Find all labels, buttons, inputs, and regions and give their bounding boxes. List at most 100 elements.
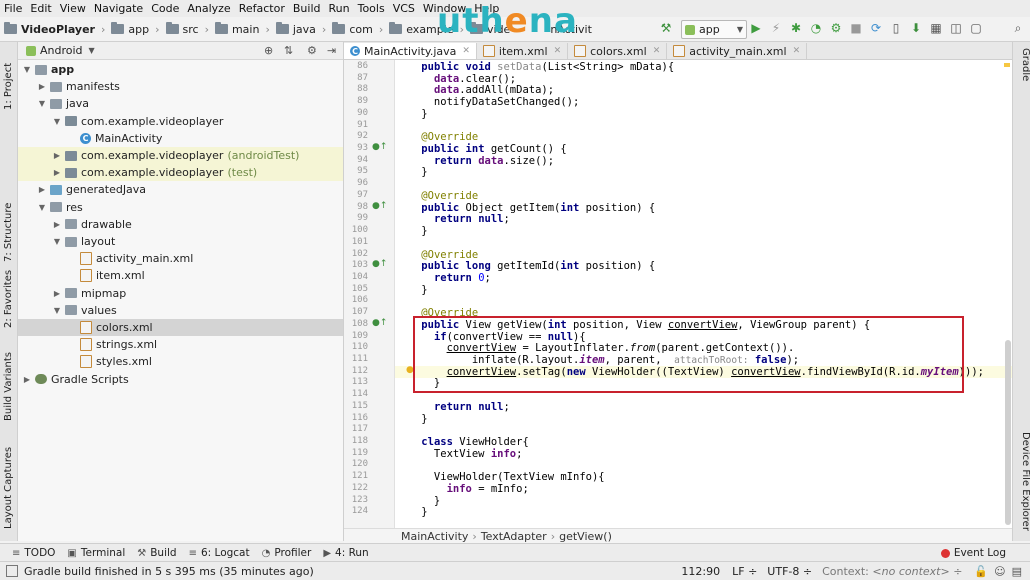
tree-item[interactable]: ▶ mipmap: [18, 285, 343, 302]
chevron-down-icon[interactable]: ▼: [52, 117, 62, 126]
sdk-manager-icon[interactable]: ⬇: [908, 20, 924, 36]
collapse-all-icon[interactable]: ⊕: [264, 44, 273, 57]
tab-project[interactable]: 1: Project: [0, 46, 17, 126]
tool-tab-logcat[interactable]: ≡ 6: Logcat: [189, 547, 250, 559]
nav-crumb-src[interactable]: src: [165, 22, 199, 36]
project-structure-icon[interactable]: ▦: [928, 20, 944, 36]
tree-item[interactable]: styles.xml: [18, 353, 343, 370]
stop-icon[interactable]: ■: [848, 20, 864, 36]
close-icon[interactable]: ✕: [793, 46, 801, 56]
close-icon[interactable]: ✕: [653, 46, 661, 56]
editor-crumb[interactable]: TextAdapter: [481, 530, 547, 543]
override-marker-icon[interactable]: ●↑: [372, 259, 387, 269]
editor-tab[interactable]: C MainActivity.java ✕: [344, 43, 477, 59]
chevron-right-icon[interactable]: ▶: [52, 168, 62, 177]
tree-item[interactable]: ▶ manifests: [18, 78, 343, 95]
tree-item[interactable]: C MainActivity: [18, 130, 343, 147]
chevron-right-icon[interactable]: ▶: [52, 289, 62, 298]
tool-tab-profiler[interactable]: ◔ Profiler: [262, 547, 312, 559]
hide-icon[interactable]: ⇥: [327, 44, 336, 57]
editor-crumb[interactable]: MainActivity: [344, 530, 468, 543]
hammer-icon[interactable]: ⚒: [658, 20, 674, 36]
chevron-down-icon[interactable]: ▼: [52, 237, 62, 246]
menu-item-build[interactable]: Build: [289, 2, 325, 15]
search-icon[interactable]: ⌕: [1010, 20, 1026, 36]
chevron-down-icon[interactable]: ▼: [37, 203, 47, 212]
chevron-down-icon[interactable]: ▼: [52, 306, 62, 315]
tree-item[interactable]: ▼ com.example.videoplayer: [18, 113, 343, 130]
chevron-right-icon[interactable]: ▶: [37, 82, 47, 91]
scroll-from-source-icon[interactable]: ⇅: [284, 44, 293, 57]
tree-item[interactable]: item.xml: [18, 267, 343, 284]
menu-item-analyze[interactable]: Analyze: [183, 2, 234, 15]
menu-item-edit[interactable]: Edit: [26, 2, 55, 15]
tree-item[interactable]: colors.xml: [18, 319, 343, 336]
chevron-down-icon[interactable]: ▼: [89, 46, 95, 55]
layout-inspector-icon[interactable]: ◫: [948, 20, 964, 36]
chevron-down-icon[interactable]: ▼: [37, 99, 47, 108]
debug-icon[interactable]: ✱: [788, 20, 804, 36]
line-separator[interactable]: LF ÷: [732, 565, 757, 578]
chevron-down-icon[interactable]: ▼: [22, 65, 32, 74]
close-icon[interactable]: ✕: [462, 46, 470, 56]
nav-crumb-java[interactable]: java: [275, 22, 316, 36]
chevron-right-icon[interactable]: ▶: [22, 375, 32, 384]
sync-icon[interactable]: ⟳: [868, 20, 884, 36]
tab-build-variants[interactable]: Build Variants: [0, 347, 17, 427]
tool-tab-todo[interactable]: ≡ TODO: [12, 547, 55, 559]
tool-tab-build[interactable]: ⚒ Build: [137, 547, 176, 559]
device-icon[interactable]: ▢: [968, 20, 984, 36]
tab-gradle[interactable]: Gradle: [1014, 48, 1030, 98]
menu-item-view[interactable]: View: [56, 2, 90, 15]
file-encoding[interactable]: UTF-8 ÷: [767, 565, 812, 578]
caret-position[interactable]: 112:90: [681, 565, 720, 578]
nav-crumb-project[interactable]: VideoPlayer: [4, 22, 95, 36]
menu-item-vcs[interactable]: VCS: [389, 2, 419, 15]
panel-toggle-icon[interactable]: [6, 565, 18, 577]
lock-icon[interactable]: 🔓: [974, 565, 988, 578]
profile-icon[interactable]: ◔: [808, 20, 824, 36]
tab-layout-captures[interactable]: Layout Captures: [0, 442, 17, 534]
menu-item-tools[interactable]: Tools: [354, 2, 389, 15]
avd-manager-icon[interactable]: ▯: [888, 20, 904, 36]
editor-tab[interactable]: colors.xml ✕: [568, 43, 668, 59]
tab-device-file-explorer[interactable]: Device File Explorer: [1014, 432, 1030, 540]
tree-item[interactable]: ▶ drawable: [18, 216, 343, 233]
menu-item-navigate[interactable]: Navigate: [90, 2, 147, 15]
menu-item-refactor[interactable]: Refactor: [235, 2, 289, 15]
nav-crumb-com[interactable]: com: [332, 22, 373, 36]
nav-crumb-app[interactable]: app: [111, 22, 149, 36]
status-message[interactable]: Gradle build finished in 5 s 395 ms (35 …: [24, 565, 314, 578]
run-config-select[interactable]: app ▼: [681, 20, 747, 39]
gear-icon[interactable]: ⚙: [307, 44, 317, 57]
tree-item[interactable]: ▼ values: [18, 302, 343, 319]
tree-item[interactable]: ▼ res: [18, 199, 343, 216]
close-icon[interactable]: ✕: [554, 46, 562, 56]
tree-item[interactable]: ▼ app: [18, 61, 343, 78]
editor-scrollbar[interactable]: [1005, 340, 1011, 525]
code-editor[interactable]: 86 87 88 89 90 91 92 93 ●↑ 94 95 96 97 98 ●↑ 99 100 101 10…: [344, 60, 1012, 528]
override-marker-icon[interactable]: ●↑: [372, 201, 387, 211]
tree-item[interactable]: activity_main.xml: [18, 250, 343, 267]
tree-item[interactable]: ▶ com.example.videoplayer (androidTest): [18, 147, 343, 164]
menu-item-run[interactable]: Run: [325, 2, 354, 15]
tree-item[interactable]: ▼ layout: [18, 233, 343, 250]
tree-item[interactable]: ▼ java: [18, 95, 343, 112]
chevron-right-icon[interactable]: ▶: [37, 185, 47, 194]
override-marker-icon[interactable]: ●↑: [372, 142, 387, 152]
tree-item[interactable]: strings.xml: [18, 336, 343, 353]
tab-favorites[interactable]: 2: Favorites: [0, 258, 17, 340]
chevron-right-icon[interactable]: ▶: [52, 220, 62, 229]
project-view-mode[interactable]: Android: [40, 44, 83, 57]
tree-item[interactable]: ▶ com.example.videoplayer (test): [18, 164, 343, 182]
editor-tab[interactable]: activity_main.xml ✕: [667, 43, 808, 59]
tree-item[interactable]: ▶ Gradle Scripts: [18, 371, 343, 388]
menu-item-code[interactable]: Code: [147, 2, 183, 15]
event-log-button[interactable]: Event Log: [940, 547, 1006, 559]
tool-tab-terminal[interactable]: ▣ Terminal: [67, 547, 125, 559]
context-indicator[interactable]: Context: <no context> ÷: [822, 565, 962, 578]
run-icon[interactable]: ▶: [748, 20, 764, 36]
override-marker-icon[interactable]: ●↑: [372, 318, 387, 328]
apply-changes-icon[interactable]: ⚡: [768, 20, 784, 36]
tool-tab-run[interactable]: ▶ 4: Run: [323, 547, 368, 559]
